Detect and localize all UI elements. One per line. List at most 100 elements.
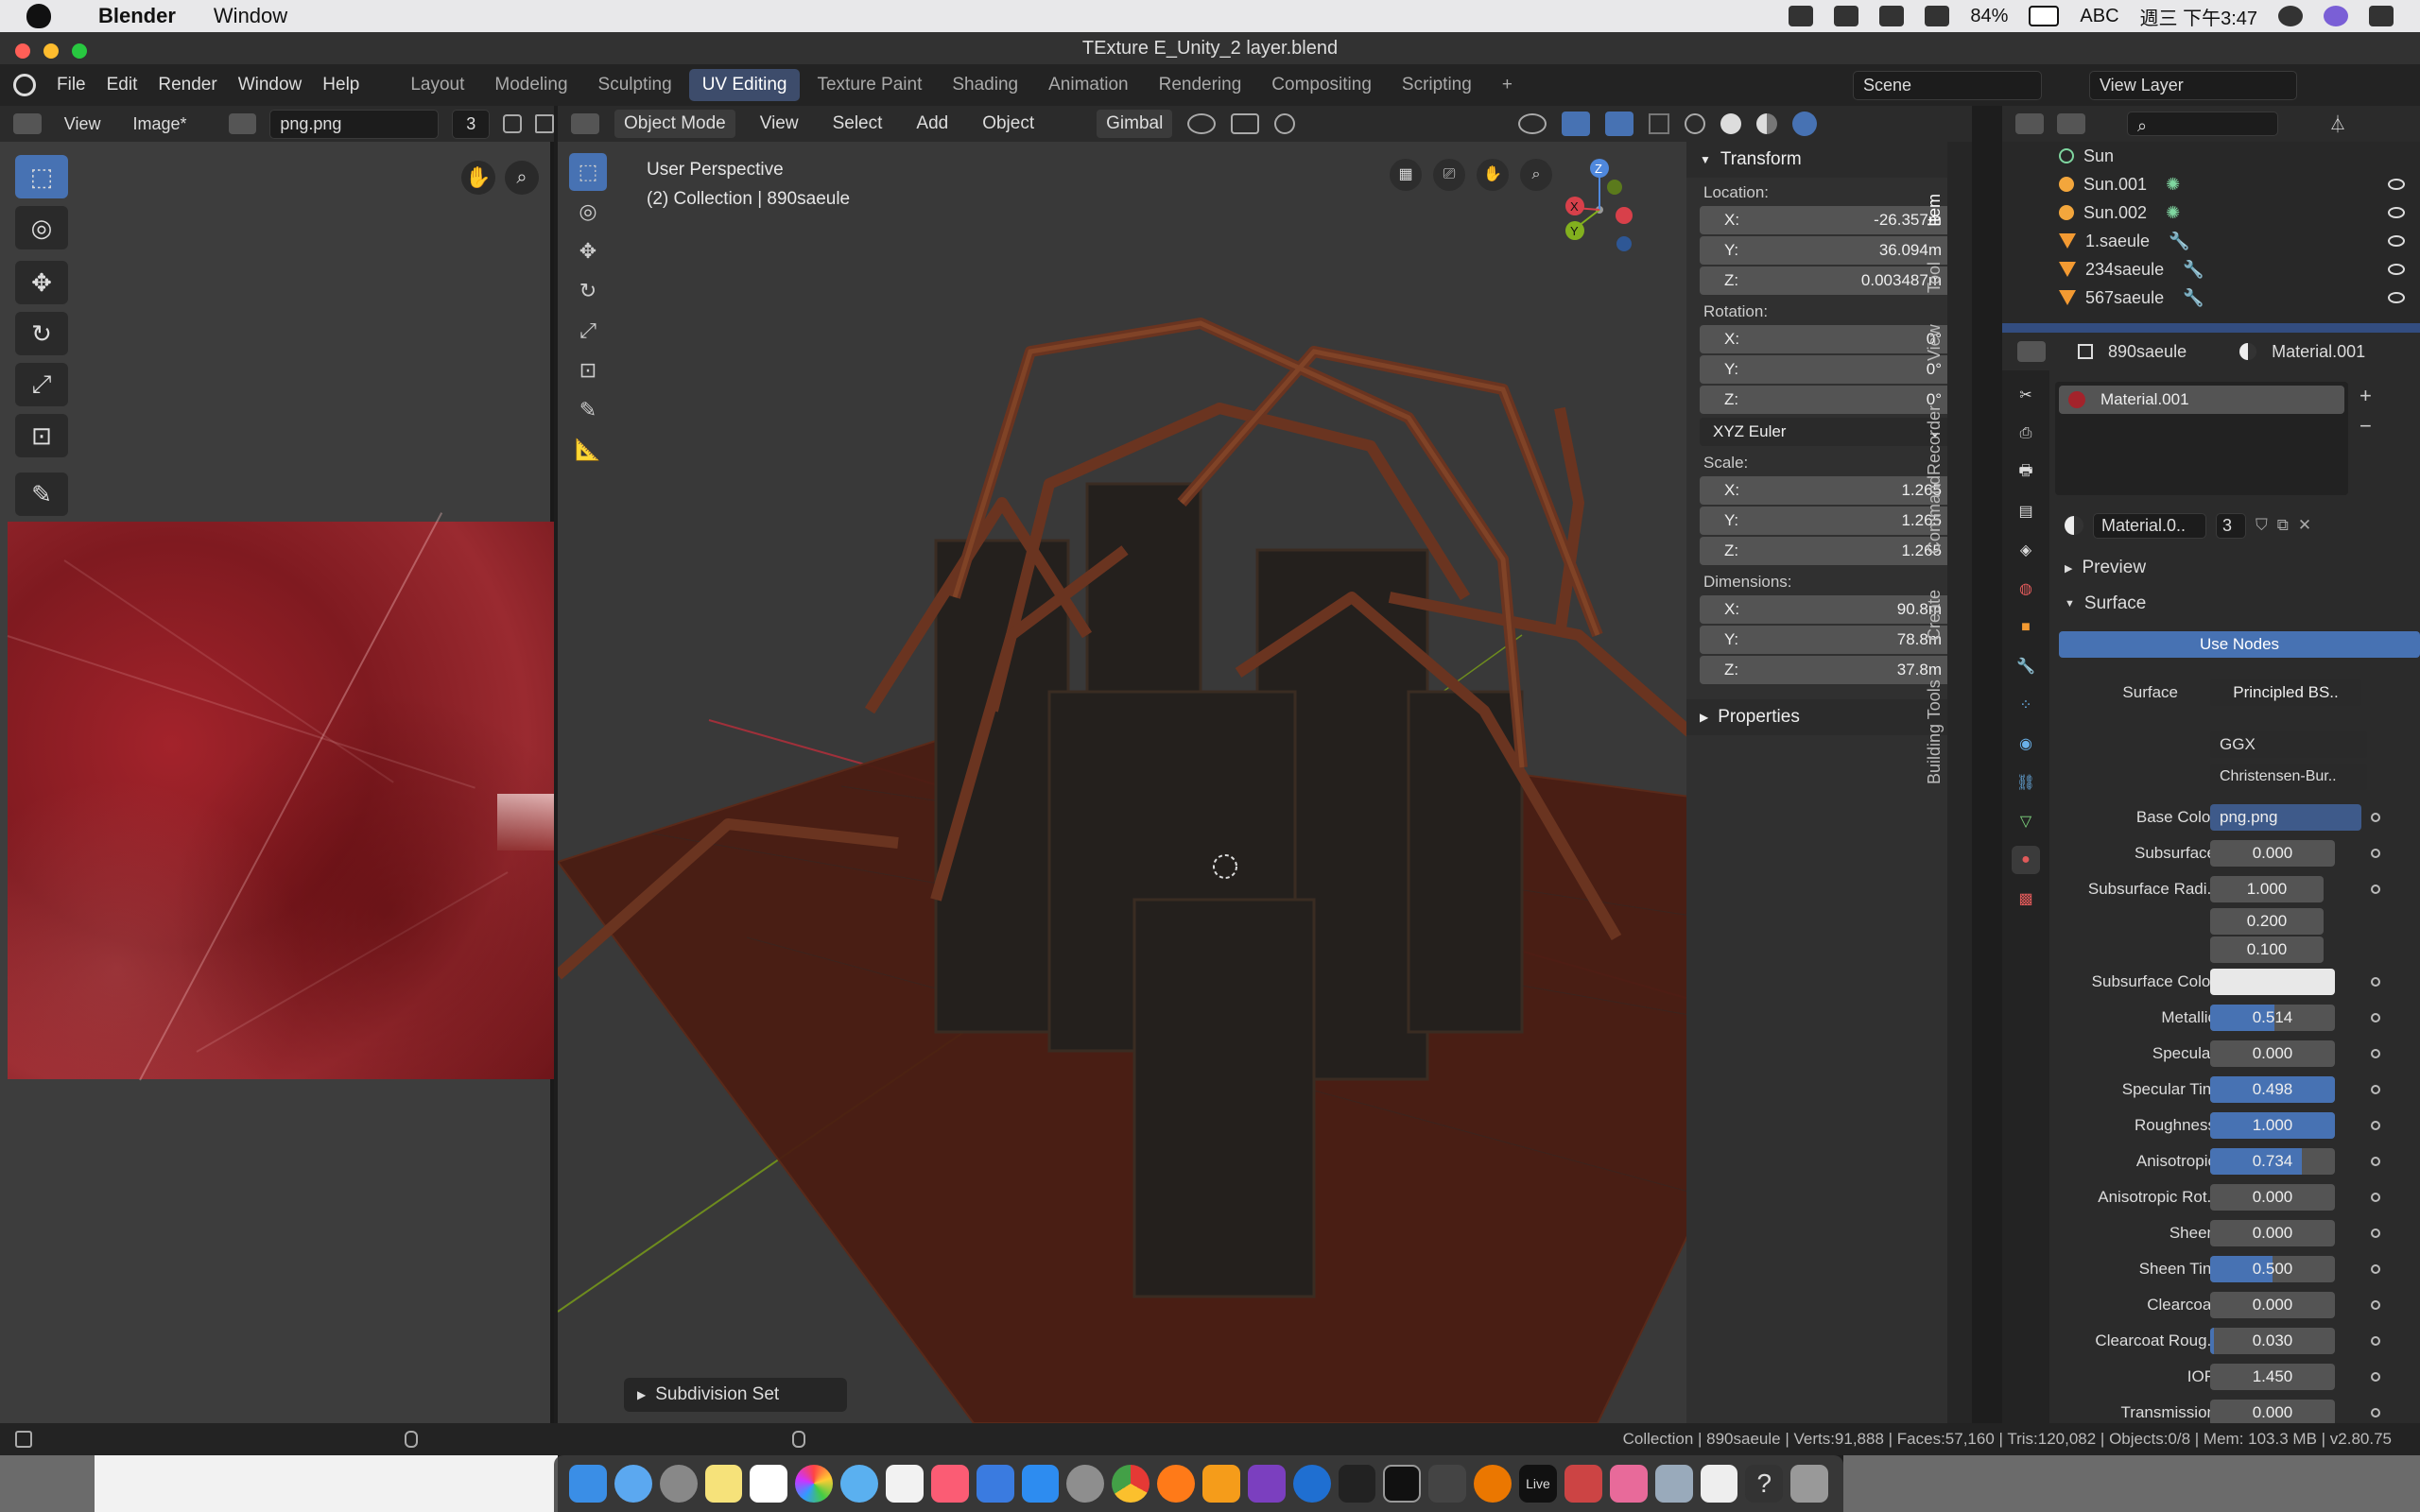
window-menu[interactable]: Window (214, 4, 287, 28)
rotation-x-field[interactable]: X: 0° (1700, 325, 1972, 353)
ior-slider[interactable]: 1.450 (2210, 1364, 2335, 1390)
cursor-tool-icon[interactable]: ◎ (569, 193, 607, 231)
distribution-select[interactable]: GGX (2210, 731, 2367, 758)
location-y-field[interactable]: Y: 36.094m (1700, 236, 1972, 265)
pan-view-icon[interactable]: ✋ (461, 161, 495, 195)
siri-icon[interactable] (2324, 6, 2348, 26)
material-browse-icon[interactable] (2065, 516, 2083, 535)
firefox-icon[interactable] (1157, 1465, 1196, 1503)
specular-slider[interactable]: 0.000 (2210, 1040, 2335, 1067)
volume-icon[interactable] (1925, 6, 1950, 26)
sheen-slider[interactable]: 0.000 (2210, 1220, 2335, 1246)
messages-icon[interactable] (840, 1465, 879, 1503)
tab-create[interactable]: Create (1925, 590, 1945, 641)
proportional-edit-icon[interactable] (1274, 113, 1296, 134)
tab-rendering[interactable]: Rendering (1146, 69, 1255, 101)
menu-edit[interactable]: Edit (107, 75, 138, 95)
editor-type-icon[interactable] (571, 113, 599, 134)
fake-user-icon[interactable] (503, 114, 523, 133)
mode-selector[interactable]: Object Mode (614, 110, 735, 138)
visibility-eye-icon[interactable] (2388, 292, 2405, 303)
roughness-row[interactable]: Roughness 1.000 (2055, 1108, 2420, 1143)
copy-material-icon[interactable]: ⧉ (2277, 516, 2289, 535)
metallic-slider[interactable]: 0.514 (2210, 1005, 2335, 1031)
socket-icon[interactable] (2371, 1228, 2380, 1238)
viewport-select-menu[interactable]: Select (823, 110, 892, 138)
dimension-z-field[interactable]: Z: 37.8m (1700, 656, 1955, 684)
music-icon[interactable] (930, 1465, 969, 1503)
tab-item[interactable]: Item (1925, 194, 1945, 227)
ableton-live-icon[interactable]: Live (1519, 1465, 1557, 1503)
outliner-search-input[interactable]: ⌕ (2127, 112, 2278, 136)
data-tab-icon[interactable]: ▽ (2012, 807, 2040, 835)
scale-x-field[interactable]: X: 1.265 (1700, 476, 1972, 505)
tab-tool[interactable]: Tool (1925, 262, 1945, 293)
subsurface-color-row[interactable]: Subsurface Color (2055, 964, 2420, 1000)
annotate-tool-icon[interactable]: ✎ (15, 472, 68, 516)
move-tool-icon[interactable]: ✥ (569, 232, 607, 270)
sheen-row[interactable]: Sheen 0.000 (2055, 1215, 2420, 1251)
context-object[interactable]: 890saeule (2108, 342, 2187, 362)
socket-icon[interactable] (2371, 1121, 2380, 1130)
texture-tab-icon[interactable]: ▩ (2012, 885, 2040, 913)
move-tool-icon[interactable]: ✥ (15, 261, 68, 304)
clearcoat-roughness-slider[interactable]: 0.030 (2210, 1328, 2335, 1354)
material-slot-row[interactable]: Material.001 (2059, 386, 2344, 414)
sheen-tint-row[interactable]: Sheen Tint 0.500 (2055, 1251, 2420, 1287)
visibility-eye-icon[interactable] (2388, 207, 2405, 218)
constraints-tab-icon[interactable]: ⛓ (2012, 768, 2040, 797)
socket-icon[interactable] (2371, 1013, 2380, 1022)
use-nodes-button[interactable]: Use Nodes (2059, 631, 2420, 658)
anisotropic-slider[interactable]: 0.734 (2210, 1148, 2335, 1175)
app-icon[interactable] (1609, 1465, 1648, 1503)
last-operator-panel[interactable]: ▶ Subdivision Set (624, 1378, 847, 1412)
pivot-icon[interactable] (1187, 113, 1217, 134)
keynote-icon[interactable] (976, 1465, 1014, 1503)
anisotropic-rotation-slider[interactable]: 0.000 (2210, 1184, 2335, 1211)
clearcoat-slider[interactable]: 0.000 (2210, 1292, 2335, 1318)
viewport-add-menu[interactable]: Add (907, 110, 958, 138)
apple-icon[interactable] (26, 4, 51, 28)
menu-render[interactable]: Render (158, 75, 216, 95)
scale-y-field[interactable]: Y: 1.265 (1700, 507, 1972, 535)
outliner-row[interactable]: 567saeule 🔧 (2059, 284, 2420, 312)
tab-compositing[interactable]: Compositing (1258, 69, 1385, 101)
socket-icon[interactable] (2371, 1264, 2380, 1274)
trash-icon[interactable] (1790, 1465, 1829, 1503)
shading-material-icon[interactable] (1756, 113, 1778, 134)
specular-row[interactable]: Specular 0.000 (2055, 1036, 2420, 1072)
wifi-icon[interactable] (1879, 6, 1905, 26)
scale-tool-icon[interactable]: ⤢ (569, 312, 607, 350)
blender-logo-icon[interactable] (13, 74, 36, 96)
launchpad-icon[interactable] (659, 1465, 698, 1503)
socket-icon[interactable] (2371, 1300, 2380, 1310)
metallic-row[interactable]: Metallic 0.514 (2055, 1000, 2420, 1036)
photos-icon[interactable] (795, 1465, 834, 1503)
outliner-row[interactable]: Sun.002 ✺ (2059, 198, 2420, 227)
menu-help[interactable]: Help (322, 75, 359, 95)
app-icon[interactable] (1654, 1465, 1693, 1503)
annotate-tool-icon[interactable]: ✎ (569, 391, 607, 429)
photo-booth-icon[interactable] (1564, 1465, 1602, 1503)
anisotropic-row[interactable]: Anisotropic 0.734 (2055, 1143, 2420, 1179)
document-icon[interactable] (1700, 1465, 1738, 1503)
sheen-tint-slider[interactable]: 0.500 (2210, 1256, 2335, 1282)
pan-view-icon[interactable]: ✋ (1477, 159, 1509, 191)
viewport-object-menu[interactable]: Object (973, 110, 1044, 138)
safari-icon[interactable] (614, 1465, 652, 1503)
outliner-row[interactable]: Sun (2059, 142, 2420, 170)
location-x-field[interactable]: X: -26.357m (1700, 206, 1972, 234)
notes-icon[interactable] (704, 1465, 743, 1503)
tab-building-tools[interactable]: Building Tools (1925, 679, 1945, 784)
subsurface-row[interactable]: Subsurface 0.000 (2055, 835, 2420, 871)
app-store-icon[interactable] (1021, 1465, 1060, 1503)
onenote-icon[interactable] (1247, 1465, 1286, 1503)
scale-tool-icon[interactable]: ⤢ (15, 363, 68, 406)
xray-icon[interactable] (1649, 113, 1670, 134)
roughness-slider[interactable]: 1.000 (2210, 1112, 2335, 1139)
menu-window[interactable]: Window (238, 75, 302, 95)
editor-type-icon[interactable] (2017, 341, 2046, 362)
render-tab-icon[interactable]: ⎙ (2012, 420, 2040, 448)
material-name-field[interactable]: Material.0.. (2093, 512, 2206, 539)
blender-icon[interactable] (1474, 1465, 1512, 1503)
